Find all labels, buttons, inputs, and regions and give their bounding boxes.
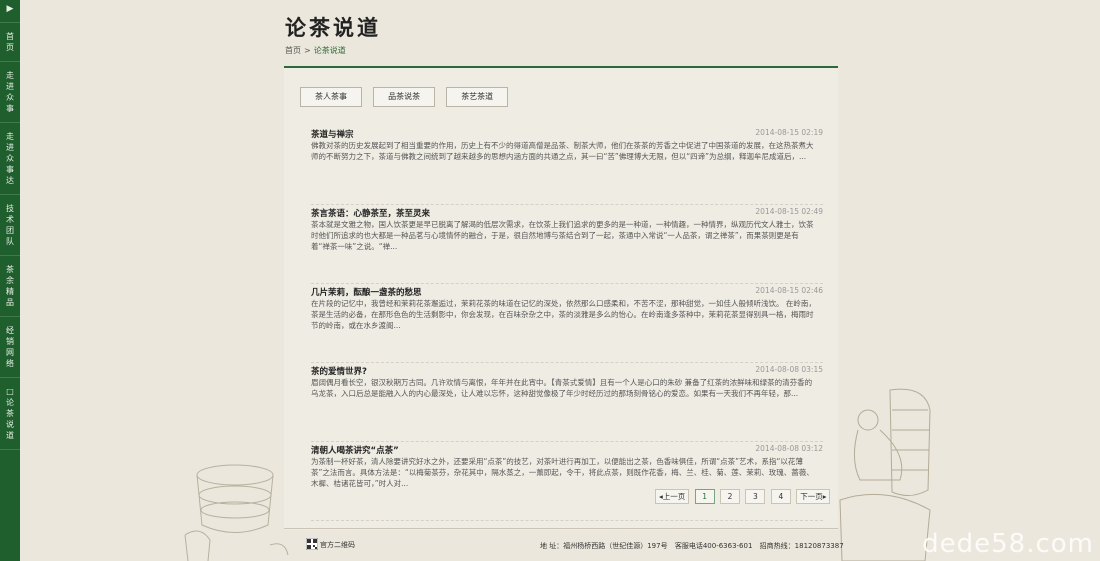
- article-list: 茶道与禅宗 2014-08-15 02:19 佛教对茶的历史发展起到了相当重要的…: [311, 126, 823, 521]
- article-title-link[interactable]: 几片茉莉，酝酿一盏茶的愁思: [311, 286, 422, 298]
- watermark: dede58.com: [922, 529, 1094, 559]
- triangle-right-icon: ▸: [822, 492, 827, 501]
- sidenav-char: 道: [6, 431, 14, 440]
- article-date: 2014-08-15 02:19: [755, 128, 823, 137]
- category-tabs: 茶人茶事 品茶说茶 茶艺茶道: [300, 84, 514, 107]
- article-title-link[interactable]: 清朝人喝茶讲究“点茶”: [311, 444, 399, 456]
- sidenav-char: 络: [6, 359, 14, 368]
- page-button-1[interactable]: 1: [694, 489, 715, 504]
- sidenav-char: 论: [6, 398, 14, 407]
- sidenav-char: 余: [6, 276, 14, 285]
- sidenav-char: 走: [6, 132, 14, 141]
- article-excerpt: 眉阔偶月看长空，银汉秋期万古同。几许欢情与离恨，年年并在此宵中。【青茶式爱情】且…: [311, 378, 813, 398]
- sidenav-char: 进: [6, 82, 14, 91]
- list-item: 茶的爱情世界? 2014-08-08 03:15 眉阔偶月看长空，银汉秋期万古同…: [311, 363, 823, 442]
- qr-code-icon[interactable]: [306, 538, 318, 550]
- breadcrumb-home-link[interactable]: 首页: [285, 46, 301, 55]
- footer-service-phone: 客服电话400-6363-601: [674, 542, 753, 550]
- sidenav-char: 众: [6, 93, 14, 102]
- sidenav-item-tea-talk[interactable]: □ 论 茶 说 道: [0, 378, 20, 450]
- sidenav-char: 品: [6, 298, 14, 307]
- sidenav-item-about[interactable]: 走 进 众 事: [0, 62, 20, 123]
- sidenav-char: 精: [6, 287, 14, 296]
- sidenav-char: 网: [6, 348, 14, 357]
- article-date: 2014-08-08 03:15: [755, 365, 823, 374]
- list-item: 几片茉莉，酝酿一盏茶的愁思 2014-08-15 02:46 在片段的记忆中，我…: [311, 284, 823, 363]
- footer-contact-info: 地 址：福州杨桥西路（世纪佳源）197号 客服电话400-6363-601 招商…: [540, 541, 849, 551]
- sidenav-char: 页: [6, 43, 14, 52]
- expand-arrow-icon[interactable]: ▶: [0, 0, 20, 23]
- sidenav-char: 技: [6, 204, 14, 213]
- content-panel: 茶人茶事 品茶说茶 茶艺茶道 茶道与禅宗 2014-08-15 02:19 佛教…: [284, 66, 838, 530]
- side-navigation: ▶ 首 页 走 进 众 事 走 进 众 事 达 技 术 团 队 茶 余 精 品 …: [0, 0, 20, 561]
- sidenav-item-about-company[interactable]: 走 进 众 事 达: [0, 123, 20, 195]
- sidenav-char: 说: [6, 420, 14, 429]
- footer-divider: [284, 528, 838, 529]
- sidenav-char: 事: [6, 165, 14, 174]
- sidenav-char: □: [6, 387, 14, 396]
- prev-page-button[interactable]: ◂上一页: [655, 489, 690, 504]
- pagination: ◂上一页 1 2 3 4 下一页▸: [652, 489, 831, 504]
- sidenav-item-team[interactable]: 技 术 团 队: [0, 195, 20, 256]
- sidenav-char: 事: [6, 104, 14, 113]
- article-excerpt: 为茶制一杯好茶，清人除要讲究好水之外，还要采用“点茶”的技艺，对茶叶进行再加工，…: [311, 457, 814, 488]
- qr-code-label: 官方二维码: [320, 541, 355, 549]
- sidenav-char: 经: [6, 326, 14, 335]
- prev-page-label: 上一页: [662, 492, 686, 501]
- tab-tea-people[interactable]: 茶人茶事: [300, 87, 362, 107]
- list-item: 茶言茶语：心静茶至，茶至灵来 2014-08-15 02:49 茶本就是文雅之物…: [311, 205, 823, 284]
- sidenav-char: 茶: [6, 409, 14, 418]
- footer-address: 地 址：福州杨桥西路（世纪佳源）197号: [540, 542, 668, 550]
- next-page-button[interactable]: 下一页▸: [796, 489, 831, 504]
- sidenav-char: 术: [6, 215, 14, 224]
- sidenav-char: 首: [6, 32, 14, 41]
- tab-tea-ceremony[interactable]: 茶艺茶道: [446, 87, 509, 107]
- sidenav-char: 团: [6, 226, 14, 235]
- sidenav-char: 众: [6, 154, 14, 163]
- article-title-link[interactable]: 茶言茶语：心静茶至，茶至灵来: [311, 207, 430, 219]
- sidenav-item-home[interactable]: 首 页: [0, 23, 20, 62]
- list-item: 清朝人喝茶讲究“点茶” 2014-08-08 03:12 为茶制一杯好茶，清人除…: [311, 442, 823, 521]
- article-excerpt: 茶本就是文雅之物，国人饮茶更是早已脱离了解渴的低层次需求，在饮茶上我们追求的更多…: [311, 220, 814, 251]
- page-title: 论茶说道: [285, 15, 381, 40]
- tea-pottery-illustration: [184, 464, 289, 561]
- next-page-label: 下一页: [800, 492, 823, 501]
- page-button-4[interactable]: 4: [770, 489, 791, 504]
- breadcrumb: 首页 > 论茶说道: [285, 45, 346, 56]
- sidenav-char: 队: [6, 237, 14, 246]
- article-date: 2014-08-15 02:49: [755, 207, 823, 216]
- sidenav-item-products[interactable]: 茶 余 精 品: [0, 256, 20, 317]
- sidenav-char: 进: [6, 143, 14, 152]
- page-button-3[interactable]: 3: [745, 489, 766, 504]
- article-title-link[interactable]: 茶道与禅宗: [311, 128, 354, 140]
- sidenav-char: 达: [6, 176, 14, 185]
- article-excerpt: 佛教对茶的历史发展起到了相当重要的作用，历史上有不少的得道高僧是品茶、制茶大师，…: [311, 141, 814, 161]
- sidenav-char: 走: [6, 71, 14, 80]
- article-date: 2014-08-15 02:46: [755, 286, 823, 295]
- article-excerpt: 在片段的记忆中，我曾经和茉莉花茶邂逅过，茉莉花茶的味道在记忆的深处，依然那么口感…: [311, 299, 816, 330]
- sidenav-char: 销: [6, 337, 14, 346]
- page-button-2[interactable]: 2: [720, 489, 741, 504]
- tab-tasting-tea[interactable]: 品茶说茶: [373, 87, 436, 107]
- article-date: 2014-08-08 03:12: [755, 444, 823, 453]
- breadcrumb-separator: >: [304, 46, 311, 55]
- list-item: 茶道与禅宗 2014-08-15 02:19 佛教对茶的历史发展起到了相当重要的…: [311, 126, 823, 205]
- breadcrumb-current: 论茶说道: [313, 46, 346, 55]
- footer-hotline: 招商热线：18120873387: [759, 542, 844, 550]
- article-title-link[interactable]: 茶的爱情世界?: [311, 365, 367, 377]
- sidenav-item-network[interactable]: 经 销 网 络: [0, 317, 20, 378]
- sidenav-char: 茶: [6, 265, 14, 274]
